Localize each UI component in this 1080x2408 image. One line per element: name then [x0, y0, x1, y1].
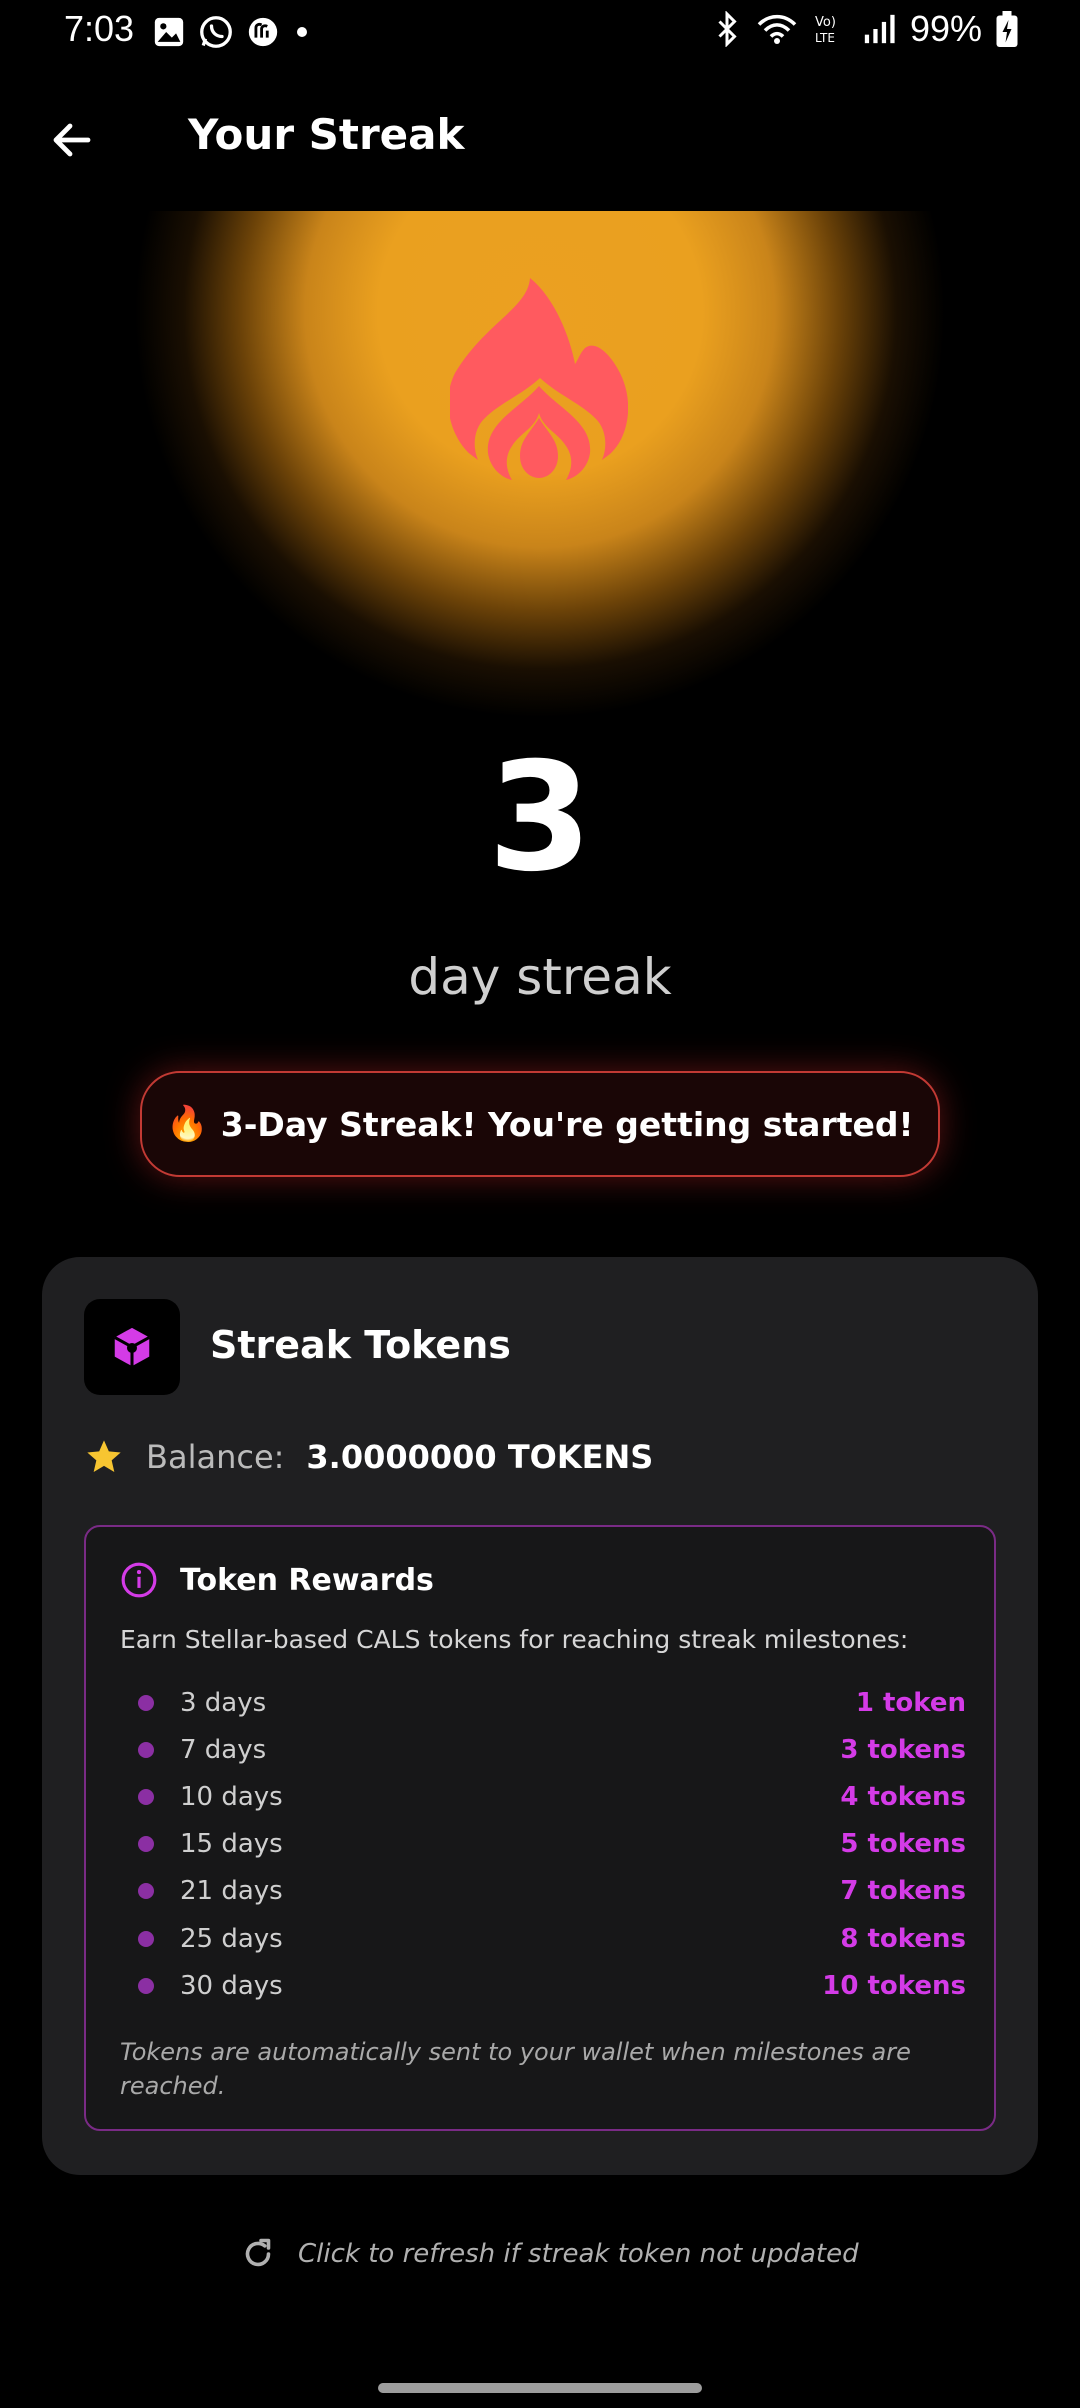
streak-message-text: 3-Day Streak! You're getting started!	[220, 1104, 914, 1144]
whatsapp-icon	[200, 16, 232, 48]
milestone-tokens: 8 tokens	[840, 1923, 966, 1954]
volte-icon: Vo)LTE	[815, 15, 836, 45]
bullet-icon	[138, 1836, 154, 1853]
svg-text:Vo): Vo)	[815, 15, 836, 30]
milestone-days: 25 days	[180, 1923, 283, 1954]
arrow-left-icon	[53, 123, 91, 157]
token-rewards-box: Token Rewards Earn Stellar-based CALS to…	[84, 1525, 996, 2131]
bullet-icon	[138, 1694, 154, 1711]
streak-count: 3	[487, 731, 593, 905]
milestone-days: 30 days	[180, 1970, 283, 2001]
list-item: 15 days 5 tokens	[138, 1821, 966, 1868]
dot-icon	[297, 27, 307, 37]
milestone-tokens: 4 tokens	[840, 1781, 966, 1812]
bullet-icon	[138, 1977, 154, 1994]
streak-tokens-card: Streak Tokens Balance: 3.0000000 TOKENS …	[42, 1257, 1038, 2175]
list-item: 10 days 4 tokens	[138, 1773, 966, 1820]
list-item: 25 days 8 tokens	[138, 1915, 966, 1962]
streak-message: 🔥 3-Day Streak! You're getting started!	[140, 1071, 940, 1177]
refresh-icon	[245, 2238, 271, 2267]
milestone-tokens: 7 tokens	[840, 1876, 966, 1907]
list-item: 21 days 7 tokens	[138, 1868, 966, 1915]
wifi-icon	[757, 14, 797, 44]
refresh-button[interactable]: Click to refresh if streak token not upd…	[240, 2236, 859, 2272]
status-time: 7:03	[64, 8, 135, 49]
flame-icon	[450, 278, 628, 480]
info-icon	[121, 1562, 157, 1598]
status-bar: 7:03 Vo) LTE 99%	[0, 0, 1080, 64]
milestone-list: 3 days 1 token 7 days 3 tokens 10 days 4…	[138, 1679, 966, 2009]
balance-value: 3.0000000 TOKENS	[306, 1438, 654, 1476]
star-icon	[87, 1440, 121, 1472]
app-bar: Your Streak	[0, 80, 1080, 200]
notification-icons	[152, 14, 312, 50]
battery-percent: 99%	[909, 8, 982, 49]
fire-emoji: 🔥	[166, 1104, 209, 1144]
milestone-tokens: 5 tokens	[840, 1829, 966, 1860]
rewards-header: Token Rewards	[120, 1561, 434, 1599]
list-item: 7 days 3 tokens	[138, 1726, 966, 1773]
refresh-text: Click to refresh if streak token not upd…	[298, 2239, 859, 2269]
bullet-icon	[138, 1883, 154, 1900]
milestone-days: 15 days	[180, 1829, 283, 1860]
milestone-days: 7 days	[180, 1734, 267, 1765]
rewards-description: Earn Stellar-based CALS tokens for reach…	[120, 1625, 909, 1654]
milestone-tokens: 1 token	[855, 1687, 966, 1718]
bullet-icon	[138, 1788, 154, 1805]
list-item: 3 days 1 token	[138, 1679, 966, 1726]
cube-icon	[114, 1327, 150, 1367]
milestone-days: 10 days	[180, 1781, 283, 1812]
token-logo	[84, 1299, 180, 1395]
gallery-icon	[154, 17, 184, 47]
milestone-tokens: 10 tokens	[822, 1970, 966, 2001]
bullet-icon	[138, 1930, 154, 1947]
streak-label: day streak	[408, 948, 672, 1006]
milestone-days: 3 days	[180, 1687, 267, 1718]
bluetooth-icon	[718, 11, 737, 47]
milestone-days: 21 days	[180, 1876, 283, 1907]
balance-row: Balance: 3.0000000 TOKENS	[84, 1437, 653, 1477]
rewards-title: Token Rewards	[180, 1562, 434, 1598]
balance-label: Balance:	[146, 1438, 285, 1476]
token-card-title: Streak Tokens	[210, 1323, 511, 1367]
svg-text:LTE: LTE	[815, 31, 835, 45]
list-item: 30 days 10 tokens	[138, 1962, 966, 2009]
back-button[interactable]	[36, 104, 108, 176]
signal-icon	[864, 14, 895, 44]
system-icons: Vo) LTE 99%	[712, 8, 1018, 50]
home-indicator[interactable]	[378, 2383, 702, 2393]
app-icon	[248, 17, 278, 47]
page-title: Your Streak	[188, 110, 465, 159]
milestone-tokens: 3 tokens	[840, 1734, 966, 1765]
battery-icon	[996, 11, 1018, 47]
bullet-icon	[138, 1741, 154, 1758]
rewards-note: Tokens are automatically sent to your wa…	[120, 2038, 911, 2100]
